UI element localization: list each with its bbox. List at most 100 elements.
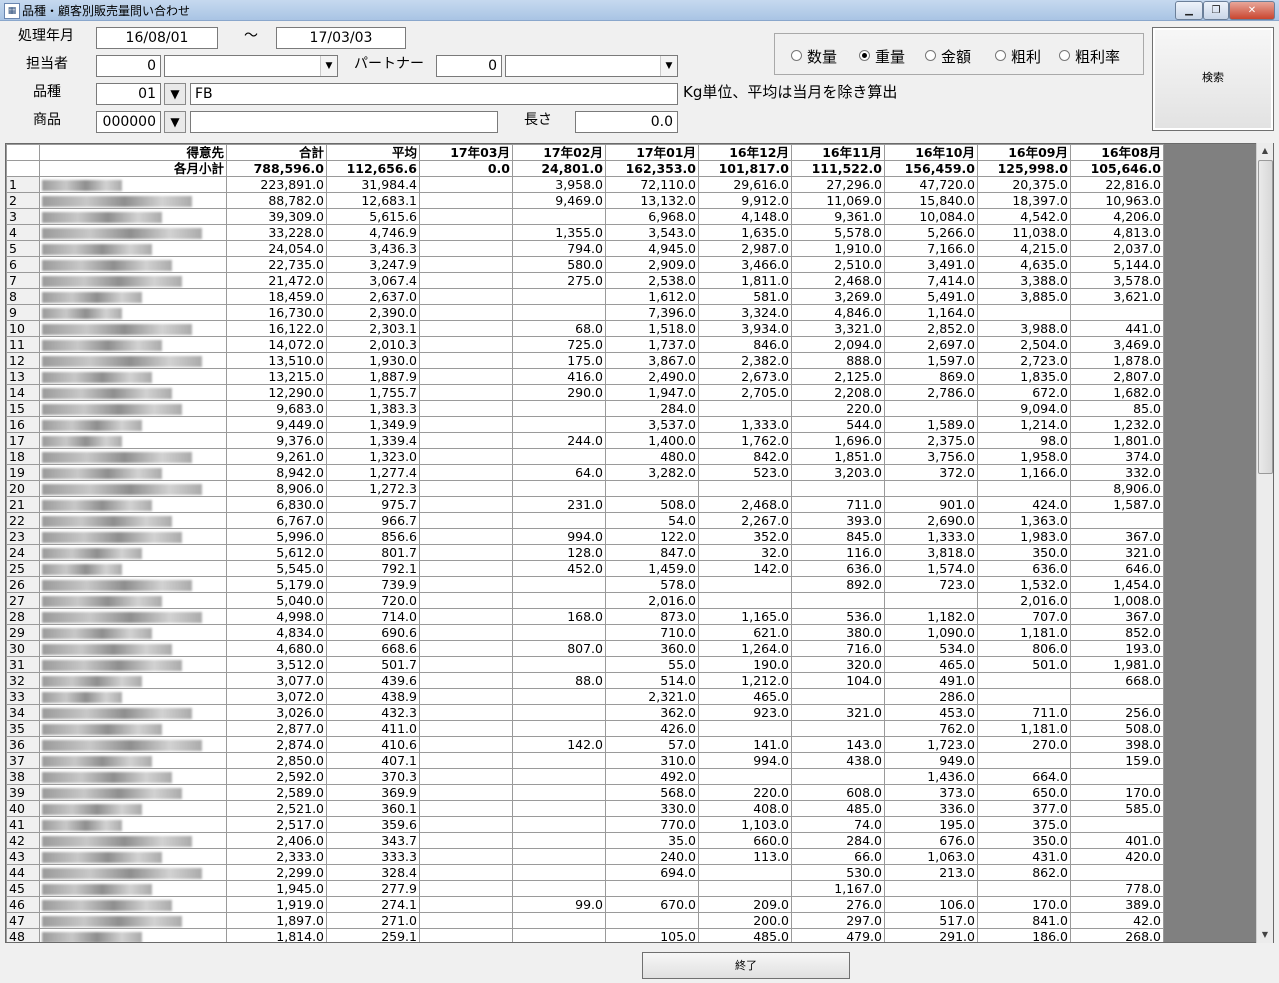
length-input[interactable]: 0.0	[575, 111, 678, 133]
scroll-down-icon[interactable]: ▼	[1257, 927, 1273, 943]
vertical-scrollbar[interactable]: ▲ ▼	[1256, 143, 1273, 943]
table-row[interactable]: 36 2,874.0 410.6 142.0 57.0 141.0 143.0 1,723.0…	[6, 736, 1164, 753]
table-row[interactable]: 27 5,040.0 720.0 2,016.0 2,016.0 1,008.0	[6, 592, 1164, 609]
redacted-block	[42, 196, 192, 207]
end-button[interactable]: 終了	[642, 952, 850, 979]
table-cell	[419, 256, 513, 273]
table-cell: 5,578.0	[791, 224, 885, 241]
table-row[interactable]: 43 2,333.0 333.3 240.0 113.0 66.0 1,063.0 431.0…	[6, 848, 1164, 865]
partner-code-input[interactable]: 0	[436, 55, 502, 77]
table-row[interactable]: 46 1,919.0 274.1 99.0 670.0 209.0 276.0 106.0 17…	[6, 896, 1164, 913]
table-row[interactable]: 3 39,309.0 5,615.6 6,968.0 4,148.0 9,361.0 10,…	[6, 208, 1164, 225]
table-row[interactable]: 30 4,680.0 668.6 807.0 360.0 1,264.0 716.0 534.…	[6, 640, 1164, 657]
table-row[interactable]: 38 2,592.0 370.3 492.0 1,436.0 664.0	[6, 768, 1164, 785]
staff-name-combo[interactable]: ▼	[164, 55, 338, 77]
table-cell: 2,909.0	[605, 256, 699, 273]
scroll-up-icon[interactable]: ▲	[1257, 143, 1273, 159]
table-row[interactable]: 16 9,449.0 1,349.9 3,537.0 1,333.0 544.0 1,589…	[6, 416, 1164, 433]
table-row[interactable]: 29 4,834.0 690.6 710.0 621.0 380.0 1,090.0 1,18…	[6, 624, 1164, 641]
product-name-input[interactable]	[190, 111, 498, 133]
table-row[interactable]: 40 2,521.0 360.1 330.0 408.0 485.0 336.0 377.0 5…	[6, 800, 1164, 817]
table-cell: 195.0	[884, 816, 978, 833]
table-row[interactable]: 10 16,122.0 2,303.1 68.0 1,518.0 3,934.0 3,321…	[6, 320, 1164, 337]
table-cell: 88,782.0	[226, 192, 327, 209]
table-row[interactable]: 17 9,376.0 1,339.4 244.0 1,400.0 1,762.0 1,696…	[6, 432, 1164, 449]
table-row[interactable]: 24 5,612.0 801.7 128.0 847.0 32.0 116.0 3,818.0…	[6, 544, 1164, 561]
radio-profit-rate[interactable]: 粗利率	[1059, 46, 1120, 67]
table-row[interactable]: 41 2,517.0 359.6 770.0 1,103.0 74.0 195.0 375.0	[6, 816, 1164, 833]
table-cell: 1,597.0	[884, 352, 978, 369]
maximize-icon[interactable]: ❐	[1203, 1, 1229, 20]
radio-amount[interactable]: 金額	[925, 46, 971, 67]
chevron-down-icon[interactable]: ▼	[660, 56, 677, 76]
table-cell: 711.0	[791, 496, 885, 513]
table-cell	[977, 688, 1071, 705]
table-row[interactable]: 18 9,261.0 1,323.0 480.0 842.0 1,851.0 3,756.0…	[6, 448, 1164, 465]
table-cell: 1,363.0	[977, 512, 1071, 529]
column-header: 16年12月	[698, 144, 792, 161]
table-row[interactable]: 7 21,472.0 3,067.4 275.0 2,538.0 1,811.0 2,468…	[6, 272, 1164, 289]
table-row[interactable]: 25 5,545.0 792.1 452.0 1,459.0 142.0 636.0 1,57…	[6, 560, 1164, 577]
table-row[interactable]: 2 88,782.0 12,683.1 9,469.0 13,132.0 9,912.0 1…	[6, 192, 1164, 209]
table-row[interactable]: 6 22,735.0 3,247.9 580.0 2,909.0 3,466.0 2,510…	[6, 256, 1164, 273]
table-row[interactable]: 33 3,072.0 438.9 2,321.0 465.0 286.0	[6, 688, 1164, 705]
table-row[interactable]: 39 2,589.0 369.9 568.0 220.0 608.0 373.0 650.0 1…	[6, 784, 1164, 801]
category-code-input[interactable]: 01	[96, 83, 161, 105]
table-cell: 320.0	[791, 656, 885, 673]
table-row[interactable]: 37 2,850.0 407.1 310.0 994.0 438.0 949.0 159.0	[6, 752, 1164, 769]
period-from-input[interactable]: 16/08/01	[96, 27, 218, 49]
table-row[interactable]: 8 18,459.0 2,637.0 1,612.0 581.0 3,269.0 5,491…	[6, 288, 1164, 305]
table-row[interactable]: 44 2,299.0 328.4 694.0 530.0 213.0 862.0	[6, 864, 1164, 881]
partner-name-combo[interactable]: ▼	[505, 55, 678, 77]
table-row[interactable]: 15 9,683.0 1,383.3 284.0 220.0 9,094.0 85.0	[6, 400, 1164, 417]
row-number: 28	[6, 608, 40, 625]
category-dropdown-icon[interactable]: ▼	[164, 83, 186, 105]
table-cell: 1,182.0	[884, 608, 978, 625]
table-row[interactable]: 31 3,512.0 501.7 55.0 190.0 320.0 465.0 501.0 1,…	[6, 656, 1164, 673]
table-cell	[419, 480, 513, 497]
table-row[interactable]: 48 1,814.0 259.1 105.0 485.0 479.0 291.0 186.0 2…	[6, 928, 1164, 942]
table-row[interactable]: 47 1,897.0 271.0 200.0 297.0 517.0 841.0 42.0	[6, 912, 1164, 929]
radio-gross-profit[interactable]: 粗利	[995, 46, 1041, 67]
table-row[interactable]: 12 13,510.0 1,930.0 175.0 3,867.0 2,382.0 888.…	[6, 352, 1164, 369]
category-name-input[interactable]: FB	[190, 83, 678, 105]
table-row[interactable]: 34 3,026.0 432.3 362.0 923.0 321.0 453.0 711.0 2…	[6, 704, 1164, 721]
table-row[interactable]: 45 1,945.0 277.9 1,167.0 778.0	[6, 880, 1164, 897]
radio-quantity[interactable]: 数量	[791, 46, 837, 67]
table-row[interactable]: 1 223,891.0 31,984.4 3,958.0 72,110.0 29,616.…	[6, 176, 1164, 193]
close-icon[interactable]: ✕	[1229, 1, 1275, 20]
table-row[interactable]: 42 2,406.0 343.7 35.0 660.0 284.0 676.0 350.0 40…	[6, 832, 1164, 849]
customer-name-redacted	[39, 768, 227, 785]
minimize-icon[interactable]: ▁	[1175, 1, 1203, 20]
table-row[interactable]: 22 6,767.0 966.7 54.0 2,267.0 393.0 2,690.0 1,3…	[6, 512, 1164, 529]
table-row[interactable]: 11 14,072.0 2,010.3 725.0 1,737.0 846.0 2,094.…	[6, 336, 1164, 353]
table-row[interactable]: 14 12,290.0 1,755.7 290.0 1,947.0 2,705.0 2,20…	[6, 384, 1164, 401]
table-cell: 1,164.0	[884, 304, 978, 321]
product-code-input[interactable]: 000000	[96, 111, 161, 133]
table-row[interactable]: 4 33,228.0 4,746.9 1,355.0 3,543.0 1,635.0 5,5…	[6, 224, 1164, 241]
radio-weight[interactable]: 重量	[859, 46, 905, 67]
table-row[interactable]: 23 5,996.0 856.6 994.0 122.0 352.0 845.0 1,333.…	[6, 528, 1164, 545]
table-row[interactable]: 21 6,830.0 975.7 231.0 508.0 2,468.0 711.0 901.…	[6, 496, 1164, 513]
table-row[interactable]: 32 3,077.0 439.6 88.0 514.0 1,212.0 104.0 491.0…	[6, 672, 1164, 689]
search-button[interactable]: 検索	[1152, 27, 1274, 131]
table-row[interactable]: 28 4,998.0 714.0 168.0 873.0 1,165.0 536.0 1,18…	[6, 608, 1164, 625]
table-cell: 668.0	[1070, 672, 1164, 689]
table-row[interactable]: 35 2,877.0 411.0 426.0 762.0 1,181.0 508.0	[6, 720, 1164, 737]
scroll-thumb[interactable]	[1258, 160, 1273, 474]
table-row[interactable]: 19 8,942.0 1,277.4 64.0 3,282.0 523.0 3,203.0 3…	[6, 464, 1164, 481]
redacted-block	[42, 820, 122, 831]
column-header: 平均	[326, 144, 420, 161]
chevron-down-icon[interactable]: ▼	[320, 56, 337, 76]
table-cell: 122.0	[605, 528, 699, 545]
row-number: 18	[6, 448, 40, 465]
table-row[interactable]: 5 24,054.0 3,436.3 794.0 4,945.0 2,987.0 1,910…	[6, 240, 1164, 257]
period-to-input[interactable]: 17/03/03	[276, 27, 406, 49]
staff-code-input[interactable]: 0	[96, 55, 161, 77]
table-row[interactable]: 13 13,215.0 1,887.9 416.0 2,490.0 2,673.0 2,12…	[6, 368, 1164, 385]
product-dropdown-icon[interactable]: ▼	[164, 111, 186, 133]
table-row[interactable]: 9 16,730.0 2,390.0 7,396.0 3,324.0 4,846.0 1,1…	[6, 304, 1164, 321]
table-cell: 72,110.0	[605, 176, 699, 193]
table-row[interactable]: 26 5,179.0 739.9 578.0 892.0 723.0 1,532.0 1,45…	[6, 576, 1164, 593]
table-row[interactable]: 20 8,906.0 1,272.3 8,906.0	[6, 480, 1164, 497]
